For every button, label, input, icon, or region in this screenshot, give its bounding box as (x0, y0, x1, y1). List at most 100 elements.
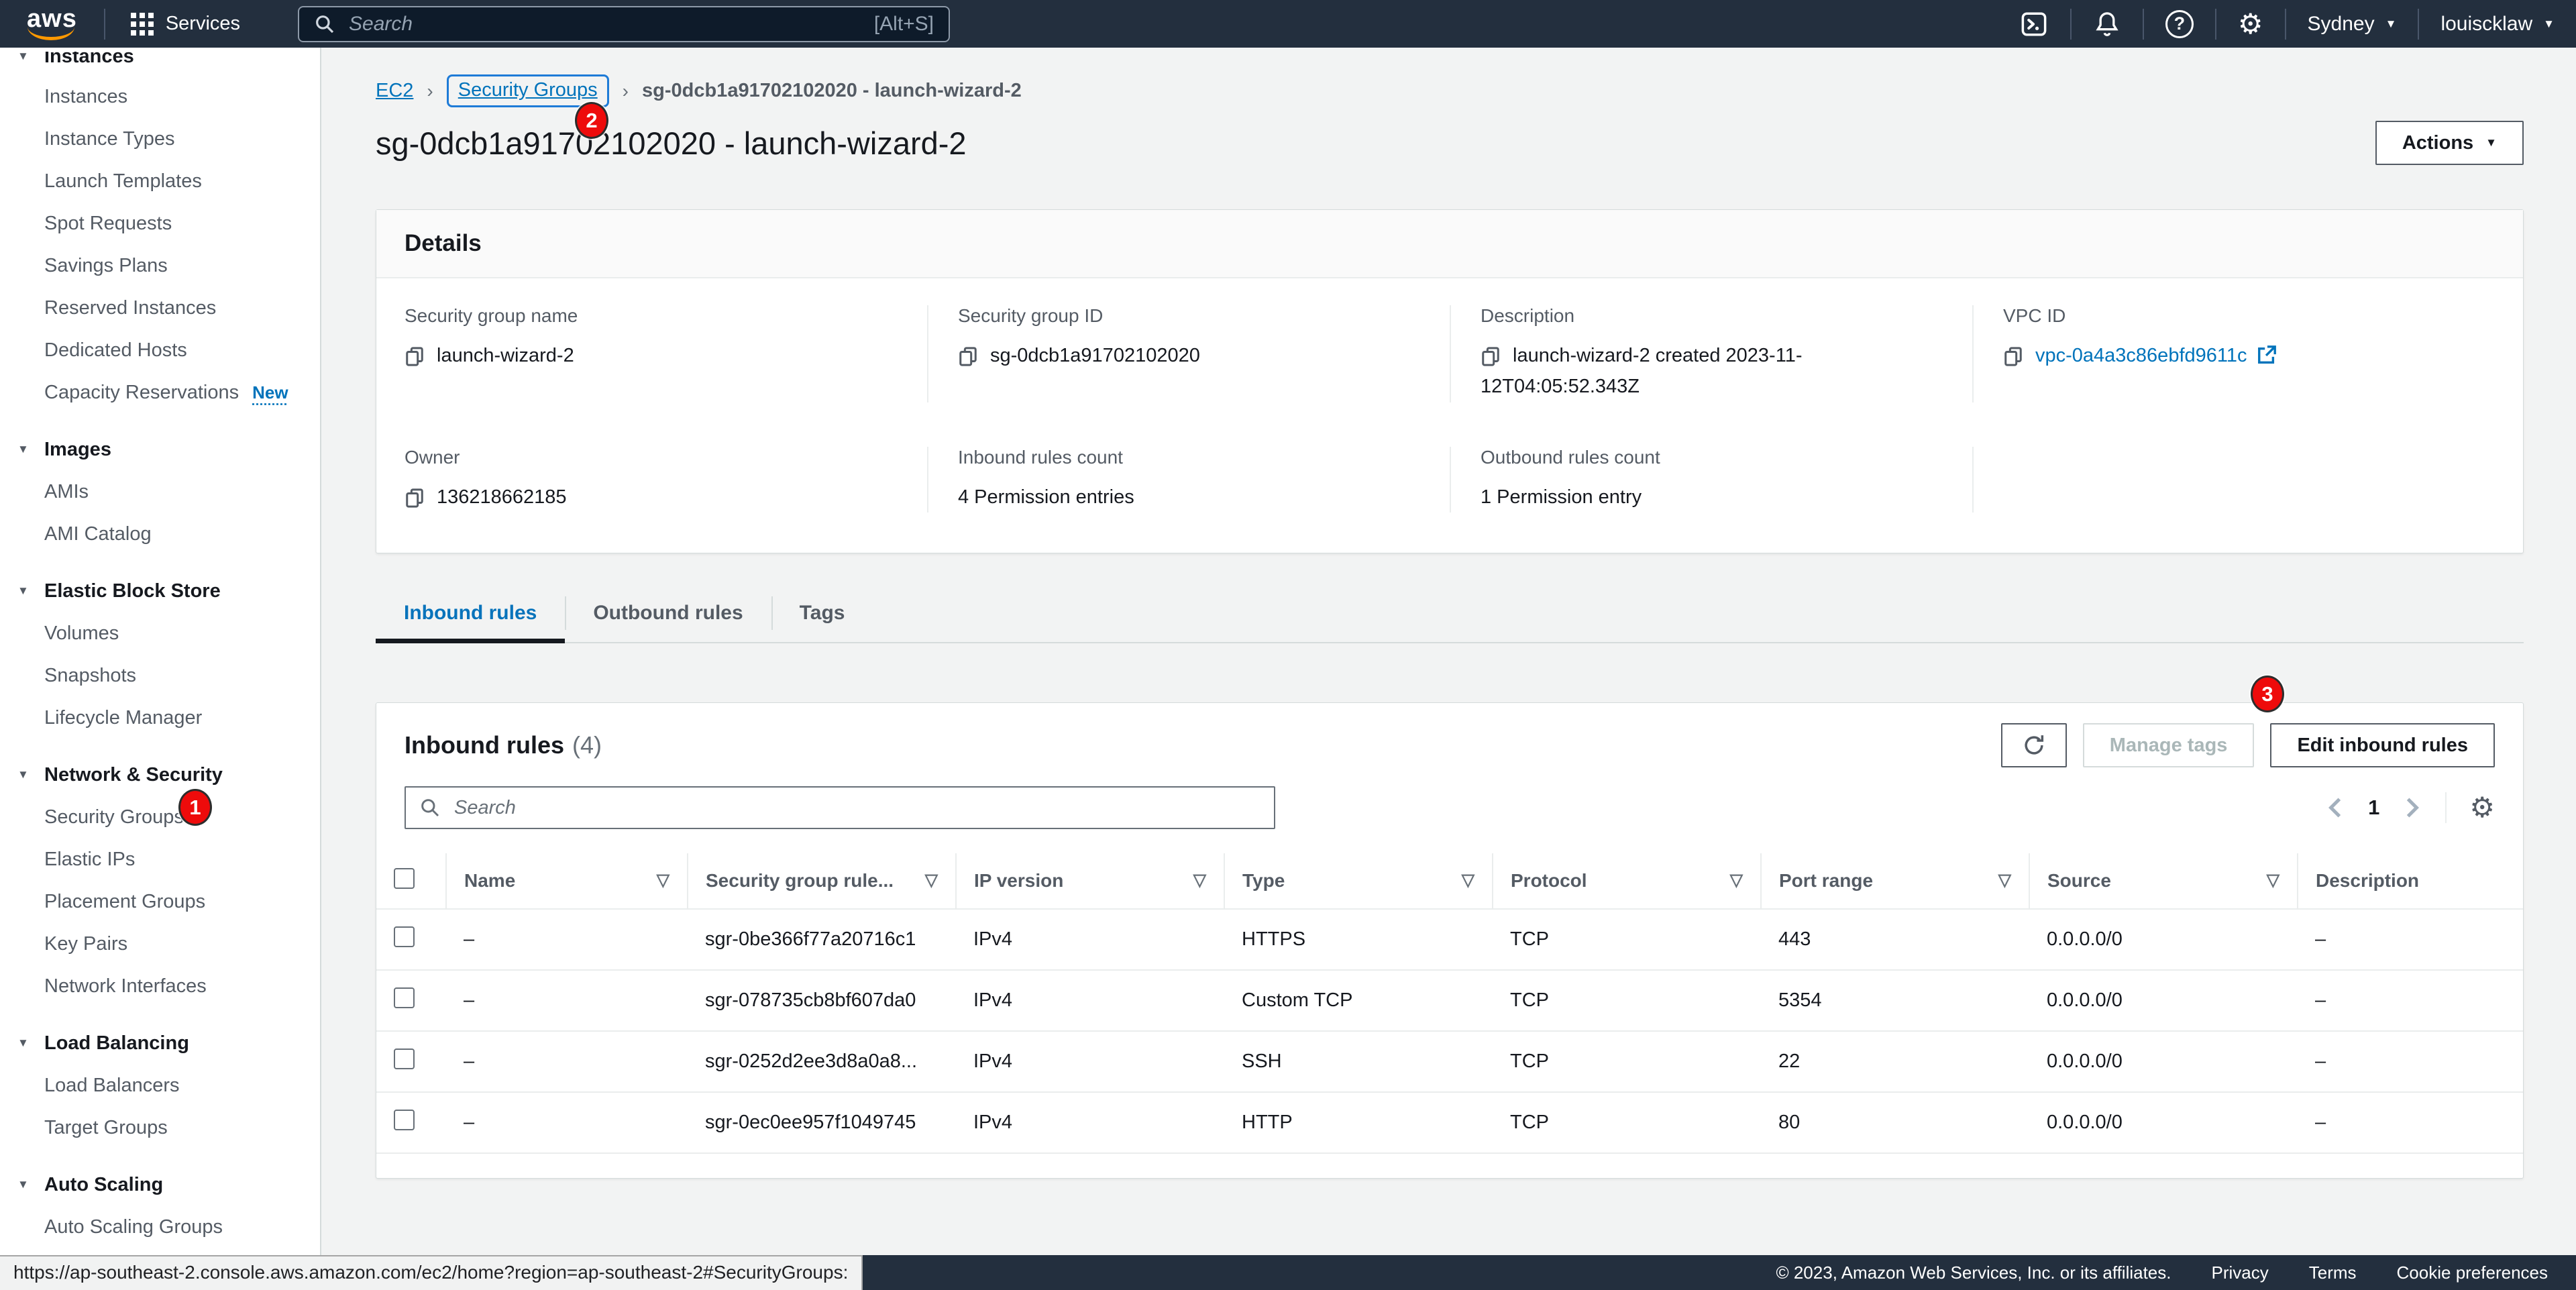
region-selector[interactable]: Sydney ▼ (2286, 0, 2418, 48)
sidebar-item-launch-templates[interactable]: Launch Templates (0, 160, 320, 203)
sidebar-item-security-groups[interactable]: Security Groups (0, 796, 320, 839)
sidebar-item-auto-scaling-groups[interactable]: Auto Scaling Groups (0, 1206, 320, 1248)
detail-field-empty (1972, 447, 2495, 513)
sidebar-item-label: Target Groups (44, 1117, 168, 1138)
inbound-rules-card: Inbound rules(4) Manage tags Edit inboun… (376, 702, 2524, 1179)
tab-outbound-rules[interactable]: Outbound rules (565, 587, 771, 642)
row-checkbox[interactable] (394, 987, 415, 1008)
sidebar-section-auto-scaling: Auto Scaling (0, 1164, 320, 1206)
footer-link-cookie-preferences[interactable]: Cookie preferences (2397, 1262, 2548, 1283)
breadcrumb-ec2-link[interactable]: EC2 (376, 80, 413, 102)
column-header-protocol[interactable]: Protocol▽ (1493, 853, 1761, 909)
row-checkbox[interactable] (394, 926, 415, 947)
detail-value-text: launch-wizard-2 (437, 345, 574, 366)
settings-button[interactable]: ⚙ (2216, 0, 2285, 48)
column-header-source[interactable]: Source▽ (2029, 853, 2298, 909)
external-link-icon (2247, 345, 2289, 366)
sidebar-item-snapshots[interactable]: Snapshots (0, 655, 320, 697)
table-settings-icon[interactable]: ⚙ (2469, 794, 2495, 822)
annotation-badge-3: 3 (2251, 676, 2284, 712)
sidebar-section-instances: Instances (0, 52, 320, 76)
sidebar-item-elastic-ips[interactable]: Elastic IPs (0, 839, 320, 881)
cell-rule-id: sgr-078735cb8bf607da0 (688, 970, 956, 1031)
actions-button[interactable]: Actions ▼ (2375, 121, 2524, 165)
detail-value-text: launch-wizard-2 created 2023-11-12T04:05… (1481, 345, 1802, 397)
filter-icon[interactable]: ▽ (925, 870, 938, 890)
sidebar-item-dedicated-hosts[interactable]: Dedicated Hosts (0, 329, 320, 372)
cell-source: 0.0.0.0/0 (2029, 1092, 2298, 1153)
footer-link-terms[interactable]: Terms (2309, 1262, 2357, 1283)
filter-icon[interactable]: ▽ (1998, 870, 2011, 890)
detail-label: VPC ID (2003, 305, 2465, 327)
column-header-security-group-rule[interactable]: Security group rule...▽ (688, 853, 956, 909)
sidebar-item-placement-groups[interactable]: Placement Groups (0, 881, 320, 923)
tab-inbound-rules[interactable]: Inbound rules (376, 587, 565, 643)
cell-protocol: TCP (1493, 970, 1761, 1031)
sidebar-item-label: Lifecycle Manager (44, 707, 202, 729)
detail-field-security-group-id: Security group IDsg-0dcb1a91702102020 (927, 305, 1450, 402)
tabs: Inbound rulesOutbound rulesTags (376, 587, 2524, 643)
column-header-type[interactable]: Type▽ (1224, 853, 1493, 909)
sidebar-item-ami-catalog[interactable]: AMI Catalog (0, 513, 320, 555)
filter-icon[interactable]: ▽ (657, 870, 669, 890)
sidebar-item-lifecycle-manager[interactable]: Lifecycle Manager (0, 697, 320, 739)
sidebar-item-capacity-reservations[interactable]: Capacity ReservationsNew (0, 372, 320, 414)
copy-icon[interactable] (958, 345, 990, 366)
aws-logo[interactable]: aws (25, 5, 81, 43)
refresh-button[interactable] (2001, 723, 2067, 767)
help-button[interactable]: ? (2144, 0, 2215, 48)
row-checkbox[interactable] (394, 1049, 415, 1069)
row-select-cell (376, 1031, 446, 1092)
copy-icon[interactable] (405, 486, 437, 508)
cell-rule-id: sgr-0ec0ee957f1049745 (688, 1092, 956, 1153)
edit-inbound-rules-button[interactable]: Edit inbound rules (2270, 723, 2495, 767)
sidebar-item-instance-types[interactable]: Instance Types (0, 118, 320, 160)
row-checkbox[interactable] (394, 1110, 415, 1130)
global-search[interactable]: [Alt+S] (298, 6, 950, 42)
column-header-ip-version[interactable]: IP version▽ (956, 853, 1224, 909)
previous-page-icon[interactable] (2325, 796, 2345, 819)
services-menu-button[interactable]: Services (105, 0, 266, 48)
rules-search[interactable] (405, 786, 1275, 829)
column-header-port-range[interactable]: Port range▽ (1761, 853, 2029, 909)
footer-link-privacy[interactable]: Privacy (2212, 1262, 2269, 1283)
sidebar-item-spot-requests[interactable]: Spot Requests (0, 203, 320, 245)
cloudshell-button[interactable] (1998, 0, 2070, 48)
sidebar-item-amis[interactable]: AMIs (0, 471, 320, 513)
filter-icon[interactable]: ▽ (1193, 870, 1206, 890)
manage-tags-button[interactable]: Manage tags (2083, 723, 2255, 767)
next-page-icon[interactable] (2402, 796, 2422, 819)
sidebar-item-network-interfaces[interactable]: Network Interfaces (0, 965, 320, 1008)
breadcrumb-security-groups-link[interactable]: Security Groups (458, 79, 598, 101)
browser-status-url: https://ap-southeast-2.console.aws.amazo… (0, 1255, 863, 1290)
column-header-name[interactable]: Name▽ (446, 853, 688, 909)
sidebar-item-savings-plans[interactable]: Savings Plans (0, 245, 320, 287)
vpc-id-link[interactable]: vpc-0a4a3c86ebfd9611c (2035, 345, 2247, 366)
filter-icon[interactable]: ▽ (2267, 870, 2279, 890)
rules-search-input[interactable] (453, 796, 1260, 820)
select-all-header (376, 853, 446, 909)
notifications-button[interactable] (2072, 0, 2143, 48)
sidebar-item-volumes[interactable]: Volumes (0, 612, 320, 655)
sidebar-item-target-groups[interactable]: Target Groups (0, 1107, 320, 1149)
sidebar-item-instances[interactable]: Instances (0, 76, 320, 118)
column-header-description[interactable]: Description (2298, 853, 2523, 909)
detail-value-text: 136218662185 (437, 486, 567, 508)
cell-rule-id: sgr-0be366f77a20716c1 (688, 909, 956, 970)
filter-icon[interactable]: ▽ (1730, 870, 1743, 890)
sidebar-item-load-balancers[interactable]: Load Balancers (0, 1065, 320, 1107)
sidebar-item-reserved-instances[interactable]: Reserved Instances (0, 287, 320, 329)
sidebar-item-key-pairs[interactable]: Key Pairs (0, 923, 320, 965)
account-menu[interactable]: louiscklaw ▼ (2419, 0, 2576, 48)
new-badge: New (252, 382, 288, 402)
sidebar-item-label: Instances (44, 86, 127, 107)
select-all-checkbox[interactable] (394, 868, 415, 889)
filter-icon[interactable]: ▽ (1462, 870, 1474, 890)
search-input[interactable] (347, 12, 862, 36)
copy-icon[interactable] (405, 345, 437, 366)
tab-tags[interactable]: Tags (771, 587, 873, 642)
page-number[interactable]: 1 (2368, 796, 2379, 820)
detail-value: 136218662185 (405, 482, 898, 513)
copy-icon[interactable] (2003, 345, 2035, 366)
copy-icon[interactable] (1481, 345, 1513, 366)
